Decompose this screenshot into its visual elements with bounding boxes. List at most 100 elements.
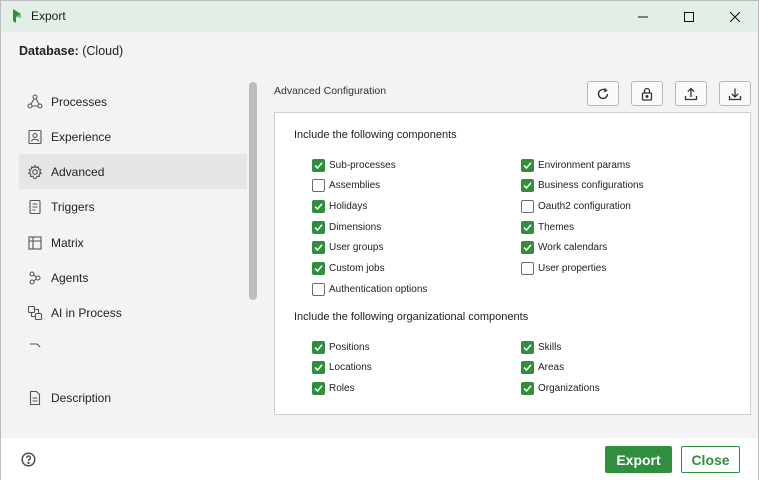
checkbox-unchecked[interactable]: [312, 179, 325, 193]
checkbox-checked[interactable]: [312, 241, 325, 255]
checkbox-checked[interactable]: [521, 220, 534, 234]
sidebar-item-label: Advanced: [51, 164, 105, 179]
checkbox-label: Sub-processes: [329, 159, 396, 171]
refresh-button[interactable]: [587, 81, 619, 106]
checkbox-positions[interactable]: Positions: [312, 339, 370, 355]
checkbox-checked[interactable]: [312, 220, 325, 234]
checkbox-label: Organizations: [538, 382, 600, 394]
lock-icon: [641, 87, 653, 101]
checkbox-custom-jobs[interactable]: Custom jobs: [312, 261, 385, 277]
checkbox-oauth2-configuration[interactable]: Oauth2 configuration: [521, 198, 631, 214]
checkbox-locations[interactable]: Locations: [312, 360, 372, 376]
scrollbar-thumb[interactable]: [249, 82, 257, 300]
components-group-title: Include the following components: [294, 129, 457, 141]
checkbox-user-properties[interactable]: User properties: [521, 261, 606, 277]
sidebar-item-experience[interactable]: Experience: [19, 119, 247, 154]
checkbox-work-calendars[interactable]: Work calendars: [521, 240, 607, 256]
sidebar-item-description[interactable]: Description: [19, 381, 247, 415]
checkbox-unchecked[interactable]: [521, 262, 534, 275]
checkbox-label: Assemblies: [329, 180, 381, 192]
upload-button[interactable]: [675, 81, 707, 106]
checkbox-checked[interactable]: [312, 361, 325, 375]
checkbox-label: Themes: [538, 221, 575, 233]
database-info: Database: (Cloud): [19, 44, 123, 58]
checkbox-checked[interactable]: [312, 199, 325, 213]
checkbox-organizations[interactable]: Organizations: [521, 380, 600, 396]
checkmark-icon: [314, 385, 323, 392]
sidebar-item-processes[interactable]: Processes: [19, 84, 247, 119]
close-window-button[interactable]: [712, 1, 758, 32]
checkmark-icon: [314, 343, 323, 351]
database-value: (Cloud): [82, 44, 124, 58]
checkbox-environment-params[interactable]: Environment params: [521, 157, 630, 173]
components-panel: Include the following components Sub-pro…: [274, 112, 751, 415]
upload-icon: [684, 87, 698, 100]
checkmark-icon: [314, 265, 323, 273]
lock-button[interactable]: [631, 81, 663, 106]
sidebar-item-label: Description: [51, 391, 112, 405]
checkbox-checked[interactable]: [521, 241, 534, 255]
sidebar-item-advanced[interactable]: Advanced: [19, 154, 247, 189]
maximize-icon: [684, 11, 694, 22]
sidebar-item-agents[interactable]: Agents: [19, 260, 247, 295]
checkbox-checked[interactable]: [521, 158, 534, 172]
download-button[interactable]: [719, 81, 751, 106]
checkmark-icon: [523, 244, 532, 252]
sidebar-item-label: Agents: [51, 270, 89, 285]
checkbox-label: Holidays: [329, 200, 368, 212]
export-dialog: Export Database: (Cloud) Processes Exper…: [0, 0, 759, 480]
checkmark-icon: [314, 244, 323, 252]
checkbox-unchecked[interactable]: [521, 199, 534, 213]
checkmark-icon: [523, 385, 532, 392]
matrix-icon: [27, 235, 43, 251]
export-button[interactable]: Export: [605, 446, 672, 473]
org-components-group-title: Include the following organizational com…: [294, 311, 529, 323]
checkmark-icon: [314, 161, 323, 169]
sidebar-item-ai-in-process[interactable]: AI in Process: [19, 295, 247, 330]
checkbox-checked[interactable]: [521, 179, 534, 193]
checkbox-unchecked[interactable]: [312, 282, 325, 296]
checkbox-dimensions[interactable]: Dimensions: [312, 219, 381, 235]
sidebar-item-label: AI in Process: [51, 305, 122, 320]
checkbox-themes[interactable]: Themes: [521, 219, 574, 235]
checkmark-icon: [314, 364, 323, 372]
sidebar-item-triggers[interactable]: Triggers: [19, 189, 247, 224]
checkbox-checked[interactable]: [521, 381, 534, 395]
checkbox-authentication-options[interactable]: Authentication options: [312, 281, 427, 297]
checkbox-checked[interactable]: [312, 158, 325, 172]
checkbox-business-configurations[interactable]: Business configurations: [521, 178, 644, 194]
sidebar-item-matrix[interactable]: Matrix: [19, 225, 247, 260]
checkbox-roles[interactable]: Roles: [312, 380, 355, 396]
checkbox-checked[interactable]: [312, 381, 325, 395]
checkbox-label: Areas: [538, 362, 565, 374]
checkbox-sub-processes[interactable]: Sub-processes: [312, 157, 396, 173]
checkbox-holidays[interactable]: Holidays: [312, 198, 367, 214]
close-button[interactable]: Close: [681, 446, 740, 473]
checkbox-checked[interactable]: [312, 340, 325, 354]
experience-icon: [27, 129, 43, 145]
checkbox-checked[interactable]: [521, 340, 534, 354]
help-icon[interactable]: [21, 452, 36, 467]
checkbox-user-groups[interactable]: User groups: [312, 240, 383, 256]
checkbox-label: User groups: [329, 242, 384, 254]
minimize-button[interactable]: [620, 1, 666, 32]
checkbox-label: Skills: [538, 341, 562, 353]
checkmark-icon: [523, 182, 532, 190]
checkbox-skills[interactable]: Skills: [521, 339, 561, 355]
triggers-icon: [27, 199, 43, 215]
checkbox-label: Oauth2 configuration: [538, 200, 631, 212]
checkbox-checked[interactable]: [312, 262, 325, 275]
window-title: Export: [31, 9, 66, 23]
checkbox-checked[interactable]: [521, 361, 534, 375]
checkbox-areas[interactable]: Areas: [521, 360, 564, 376]
partial-icon: [27, 340, 43, 347]
sidebar-scrollbar[interactable]: [248, 82, 258, 347]
refresh-icon: [597, 87, 609, 99]
maximize-button[interactable]: [666, 1, 712, 32]
checkbox-assemblies[interactable]: Assemblies: [312, 178, 380, 194]
checkbox-label: Locations: [329, 362, 372, 374]
checkmark-icon: [523, 223, 532, 231]
checkbox-label: Dimensions: [329, 221, 382, 233]
agents-icon: [27, 270, 43, 286]
sidebar-item-partial[interactable]: [19, 330, 247, 347]
